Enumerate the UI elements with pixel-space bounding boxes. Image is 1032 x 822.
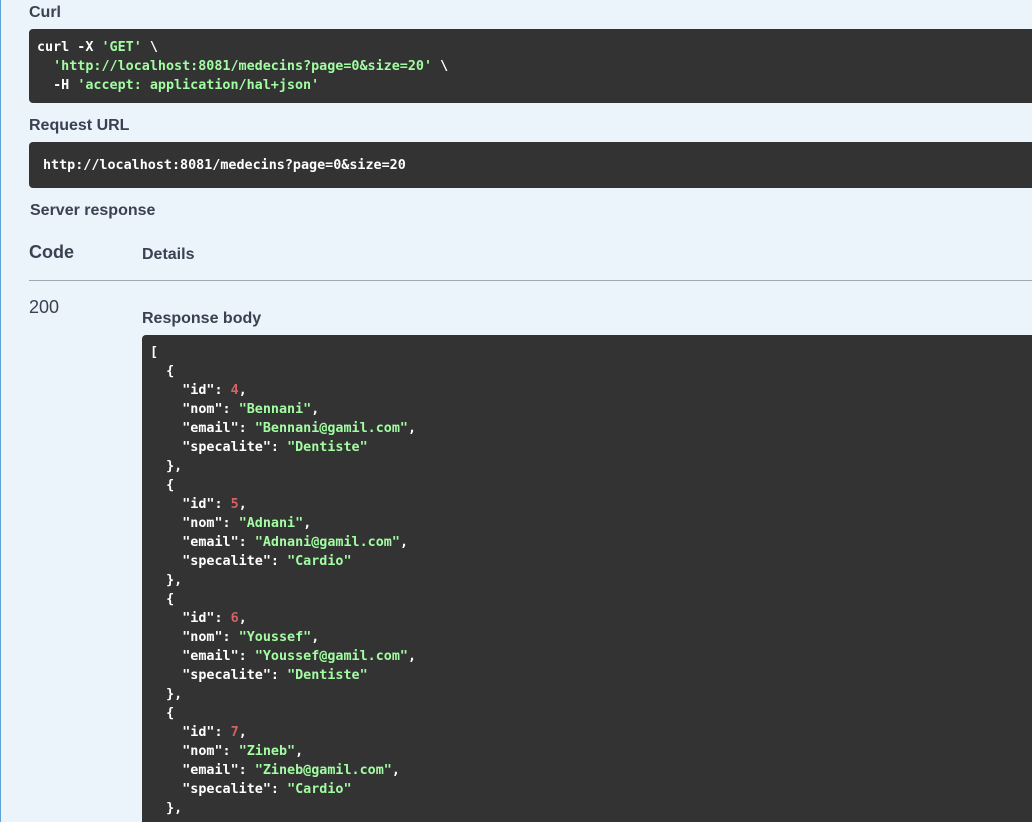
json-field-nom: "nom": "Adnani", <box>150 516 312 531</box>
json-object-open: { <box>150 706 175 721</box>
json-field-id: "id": 5, <box>150 497 247 512</box>
json-field-email: "email": "Adnani@gamil.com", <box>150 535 408 550</box>
json-field-nom: "nom": "Bennani", <box>150 402 320 417</box>
json-field-nom: "nom": "Youssef", <box>150 630 320 645</box>
json-field-id: "id": 6, <box>150 611 247 626</box>
status-code: 200 <box>29 297 60 317</box>
response-table-header: Code Details <box>29 240 1032 281</box>
json-field-id: "id": 7, <box>150 725 247 740</box>
curl-token <box>37 59 53 74</box>
json-object-close: }, <box>150 459 183 474</box>
request-url-block[interactable]: http://localhost:8081/medecins?page=0&si… <box>29 142 1032 188</box>
json-object-close: }, <box>150 687 183 702</box>
curl-string-token: 'accept: application/hal+json' <box>77 78 320 93</box>
curl-line: curl -X 'GET' \ <box>37 38 1032 57</box>
json-field-specalite: "specalite": "Dentiste" <box>150 440 368 455</box>
json-field-specalite: "specalite": "Cardio" <box>150 782 352 797</box>
json-field-nom: "nom": "Zineb", <box>150 744 304 759</box>
json-object-close: }, <box>150 573 183 588</box>
json-field-email: "email": "Bennani@gamil.com", <box>150 421 417 436</box>
json-object-open: { <box>150 592 175 607</box>
curl-token: curl -X <box>37 40 102 55</box>
curl-token: \ <box>141 40 158 55</box>
json-field-specalite: "specalite": "Dentiste" <box>150 668 368 683</box>
curl-token: -H <box>37 78 78 93</box>
json-field-email: "email": "Youssef@gamil.com", <box>150 649 417 664</box>
json-object-close: }, <box>150 801 183 816</box>
curl-string-token: 'http://localhost:8081/medecins?page=0&s… <box>53 59 433 74</box>
code-column-header: Code <box>29 242 74 262</box>
request-url-heading: Request URL <box>29 117 130 134</box>
curl-command-block[interactable]: curl -X 'GET' \ 'http://localhost:8081/m… <box>29 29 1032 103</box>
json-field-email: "email": "Zineb@gamil.com", <box>150 763 400 778</box>
request-url-value: http://localhost:8081/medecins?page=0&si… <box>43 158 406 173</box>
details-column-header: Details <box>142 246 195 263</box>
json-object-open: { <box>150 478 175 493</box>
curl-heading: Curl <box>29 4 61 21</box>
json-open-bracket: [ <box>150 345 159 360</box>
json-field-specalite: "specalite": "Cardio" <box>150 554 352 569</box>
curl-line: -H 'accept: application/hal+json' <box>37 76 1032 95</box>
json-object-open: { <box>150 364 175 379</box>
server-response-heading: Server response <box>30 202 156 219</box>
json-field-id: "id": 4, <box>150 383 247 398</box>
curl-line: 'http://localhost:8081/medecins?page=0&s… <box>37 57 1032 76</box>
swagger-execution-panel: Curl curl -X 'GET' \ 'http://localhost:8… <box>0 0 1032 822</box>
response-body-block[interactable]: [ { "id": 4, "nom": "Bennani", "email": … <box>142 335 1032 822</box>
response-body-heading: Response body <box>142 310 262 327</box>
curl-string-token: 'GET' <box>101 40 142 55</box>
curl-token: \ <box>432 59 449 74</box>
